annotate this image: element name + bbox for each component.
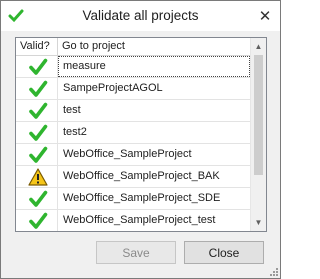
check-icon: [29, 190, 48, 207]
scroll-thumb[interactable]: [254, 55, 263, 175]
validate-dialog: Validate all projects ✕ Valid? Go to pro…: [0, 0, 281, 279]
scroll-down-icon[interactable]: ▼: [251, 215, 266, 230]
table-row[interactable]: test2: [16, 122, 250, 144]
title-bar: Validate all projects ✕: [1, 1, 280, 31]
scroll-up-icon[interactable]: ▲: [251, 39, 266, 54]
warning-icon: [28, 168, 48, 186]
project-link[interactable]: WebOffice_SampleProject_SDE: [58, 188, 250, 209]
check-icon: [29, 80, 48, 97]
table-row[interactable]: SampeProjectAGOL: [16, 78, 250, 100]
status-cell: [16, 144, 58, 165]
check-icon: [29, 146, 48, 163]
status-cell: [16, 56, 58, 77]
resize-grip-icon[interactable]: [268, 266, 278, 276]
check-icon: [29, 58, 48, 75]
status-cell: [16, 122, 58, 143]
project-link[interactable]: SampeProjectAGOL: [58, 78, 250, 99]
column-header-valid[interactable]: Valid?: [16, 38, 58, 55]
check-icon: [29, 102, 48, 119]
table-row[interactable]: WebOffice_SampleProject_BAK: [16, 166, 250, 188]
project-link[interactable]: WebOffice_SampleProject_test: [58, 210, 250, 231]
check-icon: [29, 124, 48, 141]
table-row[interactable]: WebOffice_SampleProject_test: [16, 210, 250, 231]
window-title: Validate all projects: [82, 8, 199, 23]
close-window-button[interactable]: ✕: [250, 1, 280, 31]
status-cell: [16, 78, 58, 99]
check-icon: [29, 212, 48, 229]
close-button[interactable]: Close: [184, 241, 264, 264]
project-link[interactable]: WebOffice_SampleProject: [58, 144, 250, 165]
table-row[interactable]: WebOffice_SampleProject_SDE: [16, 188, 250, 210]
save-button[interactable]: Save: [96, 241, 176, 264]
status-cell: [16, 100, 58, 121]
table-row[interactable]: measure: [16, 56, 250, 78]
project-link[interactable]: WebOffice_SampleProject_BAK: [58, 166, 250, 187]
table-row[interactable]: test: [16, 100, 250, 122]
project-link[interactable]: measure: [58, 56, 250, 77]
column-header-project[interactable]: Go to project: [58, 38, 250, 55]
status-cell: [16, 210, 58, 231]
project-link[interactable]: test2: [58, 122, 250, 143]
project-grid: Valid? Go to project measure SampeProject…: [15, 37, 267, 232]
grid-header: Valid? Go to project: [16, 38, 250, 56]
table-row[interactable]: WebOffice_SampleProject: [16, 144, 250, 166]
project-link[interactable]: test: [58, 100, 250, 121]
status-cell: [16, 166, 58, 187]
status-cell: [16, 188, 58, 209]
grid-rows: measure SampeProjectAGOL test test2 WebOffic…: [16, 56, 250, 231]
vertical-scrollbar[interactable]: ▲ ▼: [250, 38, 266, 231]
